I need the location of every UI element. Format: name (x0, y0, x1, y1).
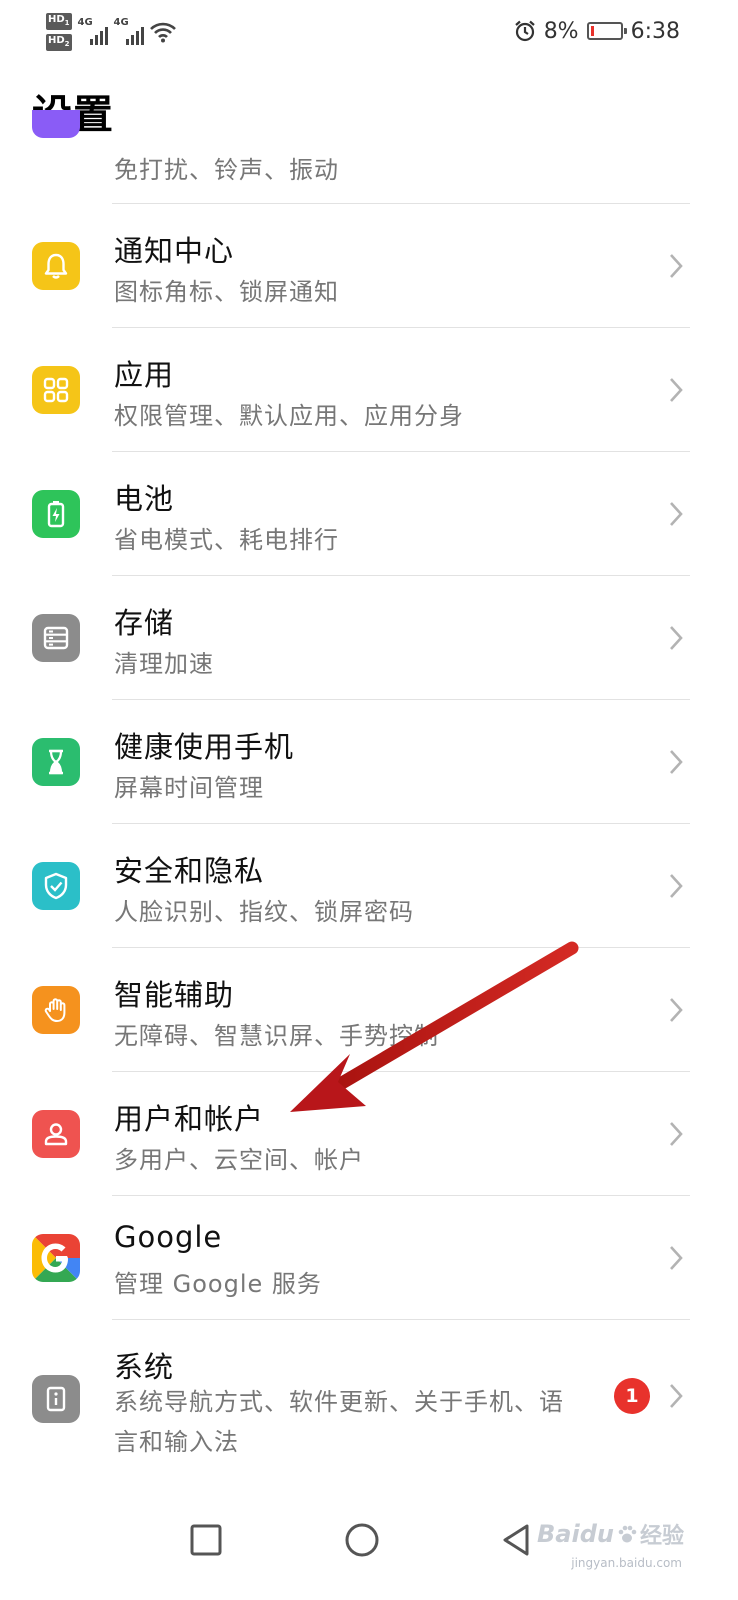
network-type-1: 4G (77, 17, 93, 28)
watermark-brand: Baidu (537, 1520, 614, 1548)
settings-item-title: 存储 (114, 606, 175, 640)
settings-item-subtitle: 系统导航方式、软件更新、关于手机、语言和输入法 (114, 1388, 564, 1456)
settings-item-title: 安全和隐私 (114, 854, 265, 888)
network-type-2: 4G (113, 17, 129, 28)
hourglass-icon (32, 738, 80, 786)
settings-item-subtitle: 多用户、云空间、帐户 (114, 1146, 364, 1174)
settings-item-subtitle: 人脸识别、指纹、锁屏密码 (114, 898, 414, 926)
settings-item-title: 应用 (114, 358, 175, 392)
wifi-icon (149, 22, 176, 43)
settings-item-google[interactable]: Google 管理 Google 服务 (0, 1196, 738, 1320)
settings-item-subtitle: 清理加速 (114, 650, 214, 678)
chevron-right-icon (670, 998, 683, 1022)
sim1-hd-badge: HD1 (46, 13, 72, 30)
circle-icon (345, 1523, 379, 1557)
battery-percent: 8% (543, 18, 579, 44)
settings-item-security-privacy[interactable]: 安全和隐私 人脸识别、指纹、锁屏密码 (0, 824, 738, 948)
settings-list[interactable]: 免打扰、铃声、振动 通知中心 图标角标、锁屏通知 应用 权限管理、默认应用、应用… (0, 110, 738, 1478)
settings-item-subtitle: 权限管理、默认应用、应用分身 (114, 402, 464, 430)
google-icon (32, 1234, 80, 1282)
status-bar-right: 8% 6:38 (514, 14, 680, 48)
settings-item-users-accounts[interactable]: 用户和帐户 多用户、云空间、帐户 (0, 1072, 738, 1196)
chevron-right-icon (670, 750, 683, 774)
chevron-right-icon (670, 1122, 683, 1146)
settings-item-storage[interactable]: 存储 清理加速 (0, 576, 738, 700)
user-icon (32, 1110, 80, 1158)
update-badge: 1 (614, 1378, 650, 1414)
settings-item-title: 健康使用手机 (114, 730, 295, 764)
triangle-back-icon (503, 1524, 529, 1556)
sound-icon (32, 110, 80, 138)
signal-sim1-icon: 4G (77, 17, 108, 45)
home-button[interactable] (332, 1510, 392, 1570)
battery-icon (586, 22, 627, 40)
shield-check-icon (32, 862, 80, 910)
settings-item-sound[interactable]: 免打扰、铃声、振动 (0, 110, 738, 204)
settings-item-system[interactable]: 系统 系统导航方式、软件更新、关于手机、语言和输入法 1 (0, 1320, 738, 1478)
settings-item-subtitle: 屏幕时间管理 (114, 774, 264, 802)
settings-item-title: 智能辅助 (114, 978, 235, 1012)
settings-item-notifications[interactable]: 通知中心 图标角标、锁屏通知 (0, 204, 738, 328)
chevron-right-icon (670, 1246, 683, 1270)
paw-icon (618, 1525, 637, 1543)
watermark-cn: 经验 (639, 1524, 684, 1549)
settings-item-title: 系统 (114, 1350, 175, 1384)
settings-item-battery[interactable]: 电池 省电模式、耗电排行 (0, 452, 738, 576)
settings-item-subtitle: 免打扰、铃声、振动 (114, 156, 339, 184)
settings-item-title: Google (114, 1220, 223, 1254)
hand-icon (32, 986, 80, 1034)
alarm-icon (514, 20, 535, 42)
settings-item-subtitle: 省电模式、耗电排行 (114, 526, 339, 554)
square-icon (190, 1524, 222, 1556)
settings-item-smart-assistance[interactable]: 智能辅助 无障碍、智慧识屏、手势控制 (0, 948, 738, 1072)
chevron-right-icon (670, 378, 683, 402)
settings-item-subtitle: 管理 Google 服务 (114, 1270, 322, 1298)
baidu-watermark: Baidu 经验 (537, 1518, 684, 1550)
bell-icon (32, 242, 80, 290)
sim2-hd-badge: HD2 (46, 34, 72, 51)
settings-item-title: 通知中心 (114, 234, 235, 268)
status-bar-left: HD1 HD2 4G 4G (46, 10, 176, 54)
chevron-right-icon (670, 502, 683, 526)
recents-button[interactable] (176, 1510, 236, 1570)
settings-item-digital-balance[interactable]: 健康使用手机 屏幕时间管理 (0, 700, 738, 824)
status-bar: HD1 HD2 4G 4G 8% 6:38 (0, 0, 738, 62)
chevron-right-icon (670, 1384, 683, 1408)
chevron-right-icon (670, 254, 683, 278)
watermark-domain: jingyan.baidu.com (571, 1556, 682, 1570)
chevron-right-icon (670, 874, 683, 898)
sim-indicators: HD1 HD2 (46, 13, 72, 51)
clock: 6:38 (630, 18, 680, 44)
battery-icon (32, 490, 80, 538)
settings-item-title: 电池 (114, 482, 175, 516)
settings-item-subtitle: 无障碍、智慧识屏、手势控制 (114, 1022, 439, 1050)
chevron-right-icon (670, 626, 683, 650)
signal-sim2-icon: 4G (113, 17, 144, 45)
settings-item-apps[interactable]: 应用 权限管理、默认应用、应用分身 (0, 328, 738, 452)
apps-grid-icon (32, 366, 80, 414)
battery-level-fill (590, 26, 594, 36)
settings-item-subtitle: 图标角标、锁屏通知 (114, 278, 339, 306)
storage-icon (32, 614, 80, 662)
info-icon (32, 1375, 80, 1423)
settings-item-title: 用户和帐户 (114, 1102, 265, 1136)
